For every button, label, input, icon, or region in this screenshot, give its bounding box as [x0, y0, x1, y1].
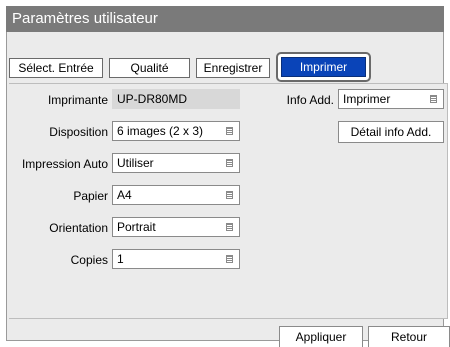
auto-print-label: Impression Auto [21, 157, 108, 171]
window-title: Paramètres utilisateur [6, 6, 444, 32]
dropdown-icon [430, 95, 437, 103]
layout-label: Disposition [49, 125, 108, 139]
apply-button[interactable]: Appliquer [279, 326, 363, 347]
printer-label: Imprimante [47, 93, 108, 107]
dropdown-icon [226, 191, 233, 199]
auto-print-dropdown[interactable]: Utiliser [112, 153, 240, 173]
info-detail-button[interactable]: Détail info Add. [338, 121, 444, 143]
printer-value: UP-DR80MD [112, 89, 240, 109]
dropdown-icon [226, 127, 233, 135]
tab-save[interactable]: Enregistrer [196, 58, 270, 78]
copies-dropdown[interactable]: 1 [112, 249, 240, 269]
paper-value: A4 [117, 188, 132, 202]
orientation-value: Portrait [117, 220, 156, 234]
info-add-label: Info Add. [286, 93, 334, 107]
tab-select-input[interactable]: Sélect. Entrée [9, 58, 103, 78]
info-add-dropdown[interactable]: Imprimer [338, 89, 444, 109]
copies-value: 1 [117, 252, 124, 266]
copies-label: Copies [70, 253, 108, 267]
tab-quality[interactable]: Qualité [109, 58, 190, 78]
dropdown-icon [226, 255, 233, 263]
auto-print-value: Utiliser [117, 156, 154, 170]
tab-print-label: Imprimer [281, 57, 366, 77]
tab-print[interactable]: Imprimer [276, 52, 371, 82]
layout-dropdown[interactable]: 6 images (2 x 3) [112, 121, 240, 141]
dropdown-icon [226, 223, 233, 231]
orientation-label: Orientation [49, 221, 108, 235]
paper-dropdown[interactable]: A4 [112, 185, 240, 205]
dropdown-icon [226, 159, 233, 167]
orientation-dropdown[interactable]: Portrait [112, 217, 240, 237]
layout-value: 6 images (2 x 3) [117, 124, 204, 138]
back-button[interactable]: Retour [368, 326, 450, 347]
settings-window: Paramètres utilisateur Sélect. Entrée Qu… [0, 0, 450, 347]
info-add-value: Imprimer [343, 92, 391, 106]
paper-label: Papier [73, 189, 108, 203]
